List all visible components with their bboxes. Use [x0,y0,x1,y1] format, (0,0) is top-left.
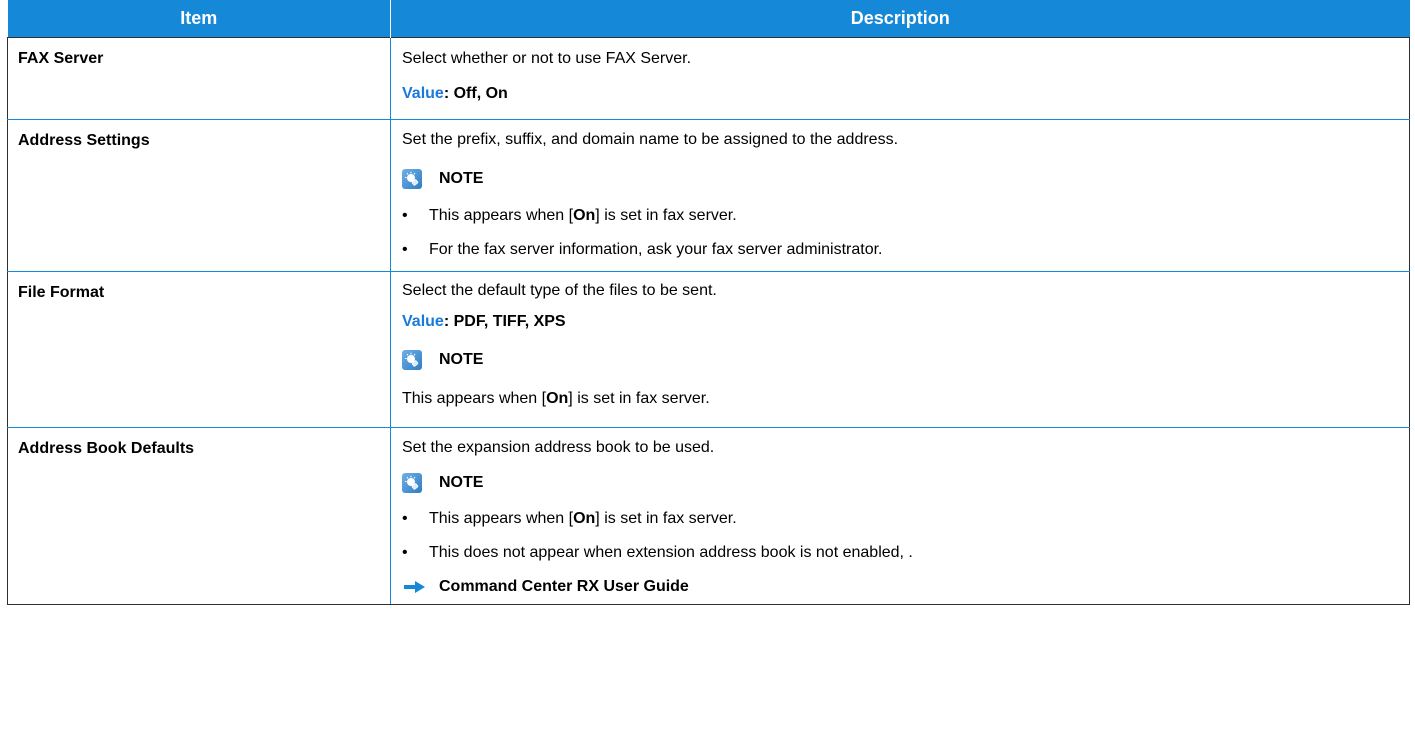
row-description-fax-server: Select whether or not to use FAX Server.… [390,37,1410,120]
description-text: Select whether or not to use FAX Server. [402,50,692,67]
bullet-item: • This appears when [On] is set in fax s… [402,199,1399,233]
note-lightbulb-icon [402,350,422,370]
table-row: Address Settings Set the prefix, suffix,… [7,119,1410,272]
bullet-item: • This appears when [On] is set in fax s… [402,502,1399,536]
keyword-on: On [546,390,569,407]
row-description-address-settings: Set the prefix, suffix, and domain name … [390,119,1410,272]
right-arrow-icon [404,581,425,593]
note-lightbulb-icon [402,473,422,493]
settings-table: Item Description FAX Server Select wheth… [7,0,1410,605]
reference-link[interactable]: Command Center RX User Guide [402,570,1399,604]
row-item-address-book-defaults: Address Book Defaults [7,427,391,605]
description-text: Set the prefix, suffix, and domain name … [402,131,899,148]
note-text: This appears when [On] is set in fax ser… [402,390,710,407]
bullet-text: This appears when [On] is set in fax ser… [429,510,737,527]
note-label: NOTE [439,170,484,187]
bullet-item: • This does not appear when extension ad… [402,536,1399,570]
note-heading: NOTE [402,338,1399,382]
keyword-on: On [573,207,596,224]
reference-link-label: Command Center RX User Guide [439,578,689,595]
note-heading: NOTE [402,464,1399,502]
value-text: : Off, On [443,85,508,102]
table-row: Address Book Defaults Set the expansion … [7,427,1410,605]
header-description: Description [390,0,1410,38]
row-item-file-format: File Format [7,271,391,428]
note-label: NOTE [439,351,484,368]
header-item: Item [7,0,391,38]
row-description-file-format: Select the default type of the files to … [390,271,1410,428]
table-header-row: Item Description [7,0,1410,38]
row-item-address-settings: Address Settings [7,119,391,272]
description-text: Set the expansion address book to be use… [402,439,715,456]
value-text: : PDF, TIFF, XPS [443,313,566,330]
keyword-on: On [573,510,596,527]
value-label: Value [402,313,444,330]
value-label: Value [402,85,444,102]
bullet-text: For the fax server information, ask your… [429,241,883,258]
note-label: NOTE [439,474,484,491]
value-line: Value: PDF, TIFF, XPS [402,306,1399,338]
table-row: File Format Select the default type of t… [7,271,1410,428]
row-description-address-book-defaults: Set the expansion address book to be use… [390,427,1410,605]
bullet-text: This appears when [On] is set in fax ser… [429,207,737,224]
note-lightbulb-icon [402,169,422,189]
note-heading: NOTE [402,159,1399,199]
bullet-item: • For the fax server information, ask yo… [402,233,1399,267]
description-text: Select the default type of the files to … [402,282,717,299]
value-line: Value: Off, On [402,79,1399,117]
bullet-text: This does not appear when extension addr… [429,544,913,561]
row-item-fax-server: FAX Server [7,37,391,120]
table-row: FAX Server Select whether or not to use … [7,37,1410,120]
